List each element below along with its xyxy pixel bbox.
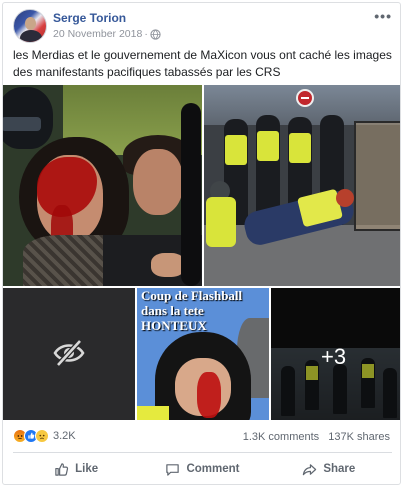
share-arrow-icon — [303, 463, 317, 475]
photo-1[interactable] — [3, 85, 202, 286]
shares-count[interactable]: 137K shares — [328, 431, 390, 443]
engagement-stats: 1.3K comments 137K shares — [243, 431, 390, 443]
divider — [13, 452, 392, 453]
no-entry-sign — [296, 89, 314, 107]
share-label: Share — [323, 463, 356, 475]
avatar[interactable] — [13, 9, 47, 43]
comment-button[interactable]: Comment — [139, 455, 265, 483]
post-date[interactable]: 20 November 2018 — [53, 28, 142, 40]
globe-icon[interactable] — [150, 28, 161, 40]
comments-count[interactable]: 1.3K comments — [243, 431, 319, 443]
avatar-body — [20, 30, 42, 42]
action-bar: Like Comment Share — [13, 455, 392, 483]
photo-2[interactable] — [204, 85, 400, 286]
photo-caption: Coup de Flashball dans la tete HONTEUX — [141, 288, 243, 333]
share-button[interactable]: Share — [266, 455, 392, 483]
like-button[interactable]: Like — [13, 455, 139, 483]
photo-5-more[interactable]: +3 — [271, 288, 400, 420]
comment-label: Comment — [186, 463, 240, 475]
post-card: Serge Torion 20 November 2018 · ••• les … — [2, 2, 401, 485]
thumbs-up-icon — [55, 462, 69, 476]
meta-separator: · — [144, 28, 148, 40]
eye-slash-icon — [53, 339, 85, 367]
speech-bubble-icon — [166, 463, 180, 476]
reaction-count: 3.2K — [53, 430, 76, 442]
photo-4[interactable]: Coup de Flashball dans la tete HONTEUX — [137, 288, 269, 420]
post-text: les Merdias et le gouvernement de MaXico… — [13, 48, 392, 79]
post-meta: 20 November 2018 · — [53, 28, 161, 40]
like-label: Like — [75, 463, 99, 475]
photo-3-hidden[interactable] — [3, 288, 135, 420]
reaction-summary[interactable]: 3.2K — [13, 429, 76, 443]
more-options-button[interactable]: ••• — [374, 8, 392, 24]
avatar-face — [25, 17, 36, 30]
author-name[interactable]: Serge Torion — [53, 11, 126, 25]
more-photos-count: +3 — [321, 344, 347, 369]
sad-reaction-icon — [35, 429, 49, 443]
